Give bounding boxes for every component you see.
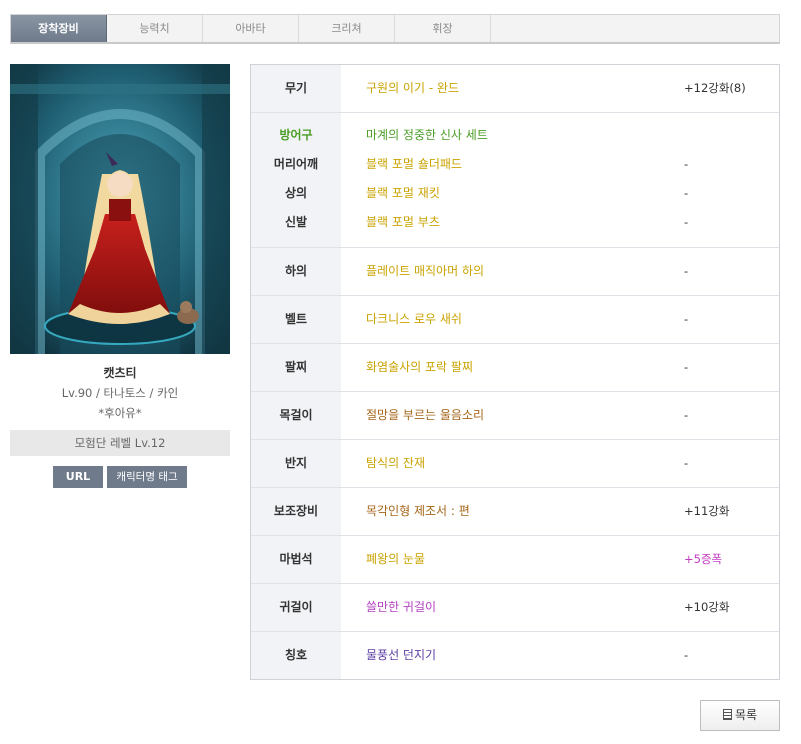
table-row: 귀걸이 쓸만한 귀걸이 +10강화 [251,597,779,617]
shoulder-value: - [684,157,689,171]
table-row: 상의 블랙 포멀 재킷 - [251,183,779,203]
equip-group-weapon: 무기 구원의 이기 - 완드 +12강화(8) [251,65,779,113]
list-button-label: 목록 [734,708,758,722]
table-row: 무기 구원의 이기 - 완드 +12강화(8) [251,78,779,98]
list-button[interactable]: 목록 [700,700,780,731]
equip-group-ring: 반지 탐식의 잔재 - [251,440,779,488]
earring-enhance: +10강화 [684,600,730,614]
table-row: 벨트 다크니스 로우 새쉬 - [251,309,779,329]
table-row: 방어구 마계의 정중한 신사 세트 [251,125,779,145]
earring-item-link[interactable]: 쓸만한 귀걸이 [366,597,436,617]
shoulder-item-link[interactable]: 블랙 포멀 숄더패드 [366,154,462,174]
table-row: 목걸이 절망을 부르는 울음소리 - [251,405,779,425]
table-row: 머리어깨 블랙 포멀 숄더패드 - [251,154,779,174]
table-row: 팔찌 화염술사의 포락 팔찌 - [251,357,779,377]
slot-label: 하의 [284,264,308,278]
top-item-link[interactable]: 블랙 포멀 재킷 [366,183,440,203]
url-button[interactable]: URL [53,466,103,488]
weapon-item-link[interactable]: 구원의 이기 - 완드 [366,78,459,98]
shoes-value: - [684,215,689,229]
tab-creature[interactable]: 크리쳐 [299,15,395,42]
character-info: Lv.90 / 타나토스 / 카인 [61,386,179,400]
bracelet-item-link[interactable]: 화염술사의 포락 팔찌 [366,357,473,377]
character-name: 캣츠티 [103,366,137,380]
sub-item-link[interactable]: 목각인형 제조서 : 편 [366,501,470,521]
top-value: - [684,186,689,200]
tab-avatar[interactable]: 아바타 [203,15,299,42]
table-row: 신발 블랙 포멀 부츠 - [251,212,779,232]
slot-label: 상의 [284,186,308,200]
equip-group-necklace: 목걸이 절망을 부르는 울음소리 - [251,392,779,440]
slot-label: 무기 [284,81,308,95]
slot-label: 벨트 [284,312,308,326]
slot-label: 칭호 [284,648,308,662]
equipment-table: 무기 구원의 이기 - 완드 +12강화(8) 방어구 마계의 정중한 신사 세… [250,64,780,680]
slot-label: 반지 [284,456,308,470]
equip-group-belt: 벨트 다크니스 로우 새쉬 - [251,296,779,344]
bottom-value: - [684,264,689,278]
list-icon [722,709,732,720]
magic-stone-amplify: +5증폭 [684,552,723,566]
armor-set-link[interactable]: 마계의 정중한 신사 세트 [366,125,488,145]
bottom-item-link[interactable]: 플레이트 매직아머 하의 [366,261,484,281]
necklace-value: - [684,408,689,422]
belt-item-link[interactable]: 다크니스 로우 새쉬 [366,309,462,329]
slot-label: 보조장비 [273,504,319,518]
title-value: - [684,648,689,662]
slot-label: 귀걸이 [279,600,313,614]
tab-equipment[interactable]: 장착장비 [11,15,107,42]
shoes-item-link[interactable]: 블랙 포멀 부츠 [366,212,440,232]
table-row: 하의 플레이트 매직아머 하의 - [251,261,779,281]
equip-group-title: 칭호 물풍선 던지기 - [251,632,779,679]
equip-group-bracelet: 팔찌 화염술사의 포락 팔찌 - [251,344,779,392]
equip-group-bottom: 하의 플레이트 매직아머 하의 - [251,248,779,296]
tab-emblem[interactable]: 휘장 [395,15,491,42]
bracelet-value: - [684,360,689,374]
equip-group-magic-stone: 마법석 폐왕의 눈물 +5증폭 [251,536,779,584]
character-tag-button[interactable]: 캐릭터명 태그 [107,466,187,488]
equip-group-earring: 귀걸이 쓸만한 귀걸이 +10강화 [251,584,779,632]
tab-stats[interactable]: 능력치 [107,15,203,42]
equip-group-sub: 보조장비 목각인형 제조서 : 편 +11강화 [251,488,779,536]
belt-value: - [684,312,689,326]
table-row: 마법석 폐왕의 눈물 +5증폭 [251,549,779,569]
ring-item-link[interactable]: 탐식의 잔재 [366,453,425,473]
sub-enhance: +11강화 [684,504,730,518]
magic-stone-item-link[interactable]: 폐왕의 눈물 [366,549,425,569]
tab-bar: 장착장비 능력치 아바타 크리쳐 휘장 [10,14,780,44]
necklace-item-link[interactable]: 절망을 부르는 울음소리 [366,405,484,425]
slot-label: 머리어깨 [273,157,319,171]
character-guild: *후아유* [98,406,142,420]
slot-label: 마법석 [279,552,313,566]
table-row: 칭호 물풍선 던지기 - [251,645,779,665]
slot-label: 신발 [284,215,308,229]
title-item-link[interactable]: 물풍선 던지기 [366,645,436,665]
equip-group-armor: 방어구 마계의 정중한 신사 세트 머리어깨 블랙 포멀 숄더패드 - 상의 블… [251,113,779,248]
ring-value: - [684,456,689,470]
slot-label: 팔찌 [284,360,308,374]
weapon-enhance: +12강화(8) [684,81,746,95]
slot-label: 목걸이 [279,408,313,422]
character-portrait [10,64,230,354]
table-row: 보조장비 목각인형 제조서 : 편 +11강화 [251,501,779,521]
adventure-level: 모험단 레벨 Lv.12 [10,430,230,456]
slot-label: 방어구 [279,128,313,142]
table-row: 반지 탐식의 잔재 - [251,453,779,473]
